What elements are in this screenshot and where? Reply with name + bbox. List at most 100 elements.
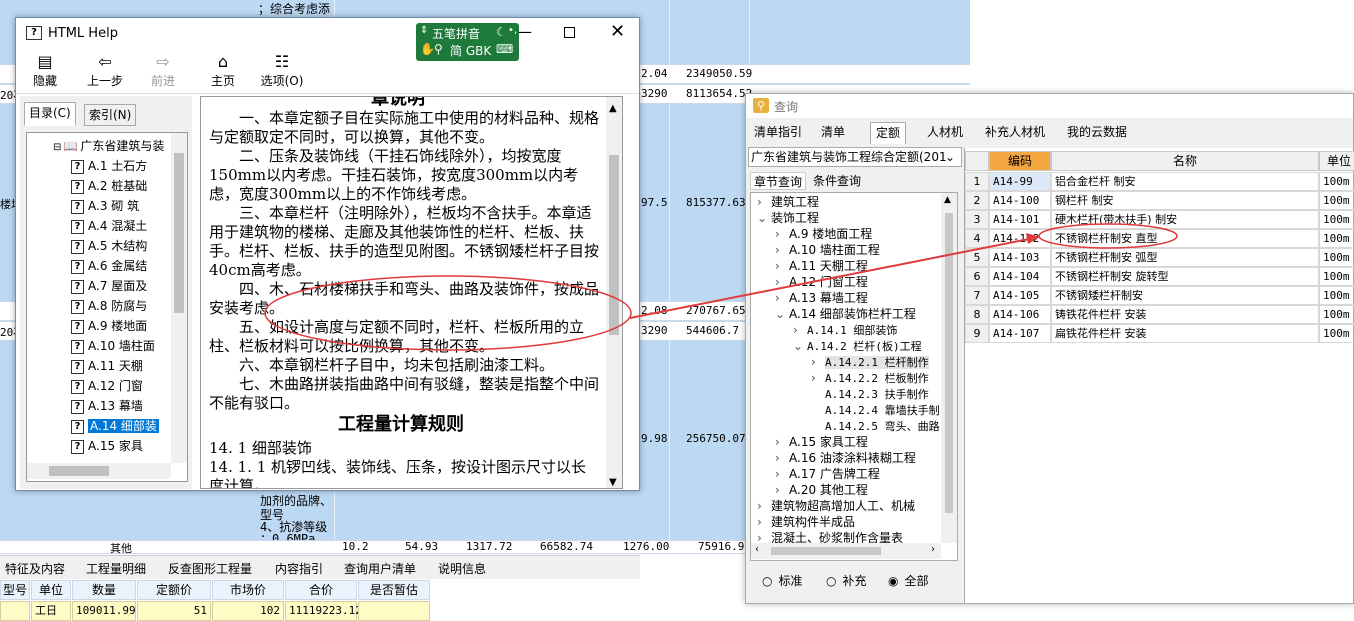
grid-cell-name[interactable]: 铸铁花件栏杆 安装 bbox=[1051, 305, 1319, 324]
grid-cell-unit[interactable]: 100m bbox=[1319, 172, 1354, 191]
moon-icon[interactable]: ☾ bbox=[496, 25, 507, 39]
grid-cell-unit[interactable]: 100m bbox=[1319, 191, 1354, 210]
scroll-right-icon[interactable]: › bbox=[931, 544, 935, 555]
search-icon[interactable]: ⚲ bbox=[434, 42, 443, 56]
chapter-tree-node[interactable]: › A.16 油漆涂料裱糊工程 bbox=[775, 450, 916, 466]
grid-cell-unit[interactable]: 100m bbox=[1319, 210, 1354, 229]
hide-button[interactable]: ▤ 隐藏 bbox=[20, 52, 70, 89]
chapter-tree-node[interactable]: ⌄ A.14.2 栏杆(板)工程 bbox=[793, 338, 922, 354]
table-cell[interactable]: 102 bbox=[212, 601, 284, 621]
toc-item[interactable]: ? A.3 砌 筑 bbox=[71, 196, 139, 216]
grid-cell-n[interactable]: 8 bbox=[965, 305, 989, 324]
grid-cell-code[interactable]: A14-103 bbox=[989, 248, 1051, 267]
grid-cell-n[interactable]: 4 bbox=[965, 229, 989, 248]
grid-cell-name[interactable]: 铝合金栏杆 制安 bbox=[1051, 172, 1319, 191]
toc-item[interactable]: ? A.11 天棚 bbox=[71, 356, 143, 376]
query-titlebar[interactable]: ⚲ 查询 bbox=[746, 94, 1353, 118]
filter-radio[interactable]: ◉ 全部 bbox=[888, 572, 929, 589]
toc-item[interactable]: ? A.5 木结构 bbox=[71, 236, 147, 256]
chapter-tree-hscrollbar[interactable]: ‹ › bbox=[751, 543, 941, 559]
toc-item[interactable]: ? A.7 屋面及 bbox=[71, 276, 147, 296]
scroll-up-icon[interactable]: ▲ bbox=[944, 195, 951, 205]
toc-scroll-thumb[interactable] bbox=[174, 153, 184, 313]
grid-cell-unit[interactable]: 100m bbox=[1319, 324, 1354, 343]
radio-unchecked-icon[interactable]: ○ bbox=[826, 574, 836, 588]
tab-contents[interactable]: 目录(C) bbox=[24, 102, 76, 126]
expand-icon[interactable]: › bbox=[775, 226, 789, 242]
expand-icon[interactable]: › bbox=[775, 258, 789, 274]
grid-cell-n[interactable]: 1 bbox=[965, 172, 989, 191]
expand-icon[interactable]: ⌄ bbox=[775, 306, 789, 322]
grid-cell-code[interactable]: A14-105 bbox=[989, 286, 1051, 305]
expand-icon[interactable]: › bbox=[775, 450, 789, 466]
tab-user-list[interactable]: 查询用户清单 bbox=[344, 560, 416, 577]
grid-row[interactable]: 9 A14-107 扁铁花件栏杆 安装 100m bbox=[965, 324, 1354, 343]
chapter-tree-node[interactable]: A.14.2.3 扶手制作 bbox=[811, 386, 929, 402]
ime-mode[interactable]: 五笔拼音 bbox=[432, 25, 480, 42]
chapter-tree-node[interactable]: › A.13 幕墙工程 bbox=[775, 290, 868, 306]
grid-cell-name[interactable]: 扁铁花件栏杆 安装 bbox=[1051, 324, 1319, 343]
chapter-tree-node[interactable]: A.14.2.5 弯头、曲路 bbox=[811, 418, 940, 434]
query-tab[interactable]: 清单指引 bbox=[749, 122, 807, 144]
forward-button[interactable]: ⇨ 前进 bbox=[138, 52, 188, 89]
table-cell[interactable]: 51 bbox=[137, 601, 211, 621]
toc-hscroll-thumb[interactable] bbox=[49, 466, 109, 476]
scroll-down-icon[interactable]: ▼ bbox=[609, 473, 617, 488]
toc-item[interactable]: ? A.10 墙柱面 bbox=[71, 336, 155, 356]
tab-quantity-detail[interactable]: 工程量明细 bbox=[86, 560, 146, 577]
toc-item[interactable]: ? A.2 桩基础 bbox=[71, 176, 147, 196]
grid-header-name[interactable]: 名称 bbox=[1051, 151, 1319, 171]
grid-cell-code[interactable]: A14-106 bbox=[989, 305, 1051, 324]
grid-cell-unit[interactable]: 100m bbox=[1319, 267, 1354, 286]
ime-arrow-icon[interactable]: ⇕ bbox=[420, 25, 428, 36]
grid-cell-code[interactable]: A14-102 bbox=[989, 229, 1051, 248]
tab-chapter-query[interactable]: 章节查询 bbox=[750, 172, 807, 190]
chevron-down-icon[interactable]: ⌄ bbox=[945, 148, 955, 166]
chapter-tree-node[interactable]: A.14.2.4 靠墙扶手制 bbox=[811, 402, 940, 418]
table-cell[interactable]: 109011.99 bbox=[72, 601, 136, 621]
query-tab[interactable]: 人材机 bbox=[922, 122, 968, 144]
chapter-tree-scroll-thumb[interactable] bbox=[945, 213, 953, 513]
expand-icon[interactable]: › bbox=[811, 370, 825, 386]
expand-icon[interactable]: › bbox=[775, 290, 789, 306]
toc-item[interactable]: ? A.6 金属结 bbox=[71, 256, 147, 276]
expand-icon[interactable]: › bbox=[775, 242, 789, 258]
grid-cell-code[interactable]: A14-100 bbox=[989, 191, 1051, 210]
chapter-tree-node[interactable]: › 建筑构件半成品 bbox=[757, 514, 855, 530]
expand-icon[interactable]: › bbox=[757, 498, 771, 514]
toc-item[interactable]: ? A.14 细部装 bbox=[71, 416, 159, 436]
grid-cell-name[interactable]: 不锈钢栏杆制安 旋转型 bbox=[1051, 267, 1319, 286]
tab-condition-query[interactable]: 条件查询 bbox=[810, 172, 864, 190]
expand-icon[interactable]: › bbox=[757, 194, 771, 210]
expand-icon[interactable]: › bbox=[775, 274, 789, 290]
chapter-tree-node[interactable]: › A.9 楼地面工程 bbox=[775, 226, 872, 242]
grid-cell-unit[interactable]: 100m bbox=[1319, 229, 1354, 248]
filter-radio[interactable]: ○ 补充 bbox=[826, 572, 867, 589]
query-tab[interactable]: 定额 bbox=[870, 122, 907, 144]
grid-cell-code[interactable]: A14-101 bbox=[989, 210, 1051, 229]
collapse-icon[interactable]: ⊟ bbox=[53, 142, 61, 153]
toc-item[interactable]: ? A.9 楼地面 bbox=[71, 316, 147, 336]
grid-cell-name[interactable]: 不锈钢栏杆制安 弧型 bbox=[1051, 248, 1319, 267]
scroll-left-icon[interactable]: ‹ bbox=[755, 544, 759, 555]
table-cell[interactable] bbox=[358, 601, 430, 621]
chapter-tree-node[interactable]: › 建筑工程 bbox=[757, 194, 819, 210]
hand-icon[interactable]: ✋ bbox=[420, 42, 435, 56]
chapter-tree-node[interactable]: ⌄ A.14 细部装饰栏杆工程 bbox=[775, 306, 916, 322]
radio-unchecked-icon[interactable]: ○ bbox=[762, 574, 772, 588]
expand-icon[interactable]: ⌄ bbox=[793, 338, 807, 354]
ime-toolbar[interactable]: ⇕ 五笔拼音 ☾ •, ✋ ⚲ 简 GBK ⌨ bbox=[416, 23, 519, 61]
home-button[interactable]: ⌂ 主页 bbox=[198, 52, 248, 89]
expand-icon[interactable]: › bbox=[793, 322, 807, 338]
tab-reverse-lookup[interactable]: 反查图形工程量 bbox=[168, 560, 252, 577]
grid-cell-unit[interactable]: 100m bbox=[1319, 248, 1354, 267]
grid-cell-code[interactable]: A14-107 bbox=[989, 324, 1051, 343]
grid-row[interactable]: 2 A14-100 钢栏杆 制安 100m bbox=[965, 191, 1354, 210]
chapter-tree-node[interactable]: › A.14.2.2 栏板制作 bbox=[811, 370, 929, 386]
chapter-tree-hscroll-thumb[interactable] bbox=[771, 547, 881, 555]
grid-cell-name[interactable]: 不锈钢栏杆制安 直型 bbox=[1051, 229, 1319, 248]
chapter-tree-node[interactable]: ⌄ 装饰工程 bbox=[757, 210, 819, 226]
query-tab[interactable]: 补充人材机 bbox=[980, 122, 1050, 144]
maximize-icon[interactable] bbox=[564, 27, 575, 38]
close-icon[interactable]: ✕ bbox=[610, 21, 625, 42]
